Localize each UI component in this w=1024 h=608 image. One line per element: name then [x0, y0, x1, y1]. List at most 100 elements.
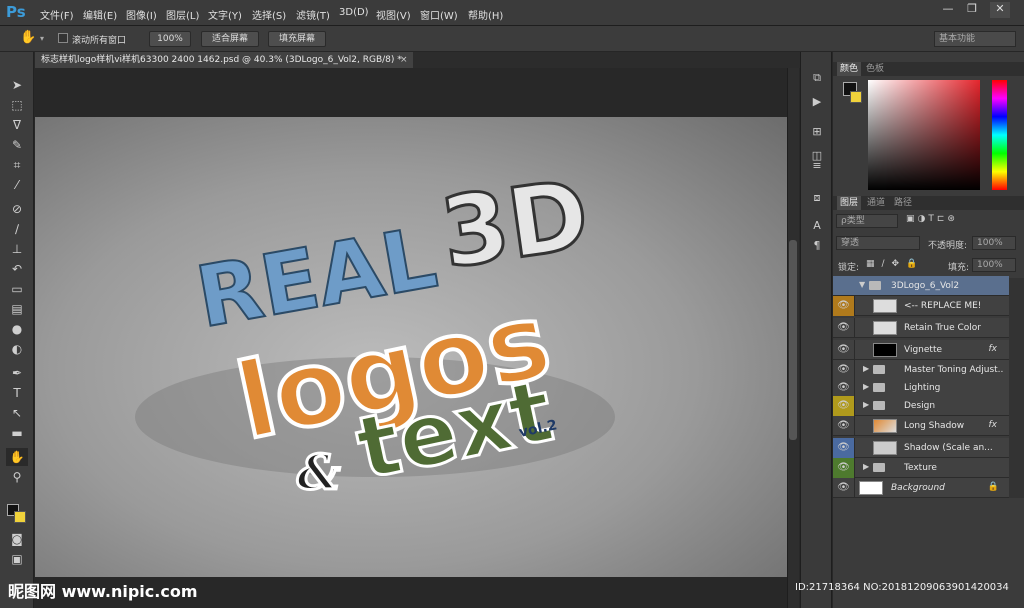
visibility-eye-icon[interactable]: 👁 [833, 396, 855, 416]
visibility-eye-icon[interactable]: 👁 [833, 378, 855, 398]
lock-icons[interactable]: ▦∕✥🔒 [866, 259, 924, 269]
visibility-eye-icon[interactable]: 👁 [833, 296, 855, 316]
visibility-eye-icon[interactable]: 👁 [833, 318, 855, 338]
background-color-swatch[interactable] [850, 91, 862, 103]
eyedropper-tool-icon[interactable]: ⁄ [6, 176, 28, 194]
visibility-eye-icon[interactable]: 👁 [833, 438, 855, 458]
character-icon[interactable]: A [809, 218, 825, 234]
restore-icon[interactable]: ❐ [962, 2, 982, 18]
layer-row[interactable]: 👁 ▶ Lighting [833, 378, 1009, 398]
quick-mask-icon[interactable]: ◙ [6, 530, 28, 548]
menu-view[interactable]: 视图(V) [376, 7, 411, 22]
layer-group-row[interactable]: ▼ 3DLogo_6_Vol2 [833, 276, 1009, 296]
tab-paths[interactable]: 路径 [891, 196, 915, 210]
scroll-all-checkbox[interactable] [58, 33, 68, 43]
layer-row[interactable]: 👁 Vignette fx [833, 340, 1009, 360]
layer-row[interactable]: 👁 Background 🔒 [833, 478, 1009, 498]
layer-name: Master Toning Adjust... [904, 365, 1004, 375]
tab-swatches[interactable]: 色板 [863, 62, 887, 76]
layer-filter-select[interactable]: ρ类型 [836, 214, 898, 228]
visibility-eye-icon[interactable]: 👁 [833, 360, 855, 380]
layer-row[interactable]: 👁 ▶ Design [833, 396, 1009, 416]
layer-row[interactable]: 👁 ▶ Texture [833, 458, 1009, 478]
blur-tool-icon[interactable]: ● [6, 320, 28, 338]
layer-fx-badge[interactable]: fx [989, 344, 998, 354]
layers-scrollbar[interactable] [1009, 278, 1024, 498]
collapsed-chevron-icon[interactable]: ▶ [863, 364, 869, 373]
layer-row[interactable]: 👁 Long Shadow fx [833, 416, 1009, 436]
history-icon[interactable]: ⧉ [809, 70, 825, 86]
info-icon[interactable]: ≡ [809, 158, 825, 174]
menu-file[interactable]: 文件(F) [40, 7, 74, 22]
hand-tool-icon[interactable]: ✋ [20, 30, 36, 45]
tool-preset-chevron-icon[interactable]: ▾ [40, 34, 44, 43]
visibility-eye-icon[interactable]: 👁 [833, 458, 855, 478]
document-canvas[interactable]: REAL 3D logos & text vol.2 [35, 117, 787, 577]
menu-window[interactable]: 窗口(W) [420, 7, 458, 22]
menu-3d[interactable]: 3D(D) [339, 7, 369, 18]
document-tab[interactable]: 标志样机logo样机vi样机63300 2400 1462.psd @ 40.3… [35, 52, 413, 68]
minimize-icon[interactable]: — [938, 2, 958, 18]
dodge-tool-icon[interactable]: ◐ [6, 340, 28, 358]
pen-tool-icon[interactable]: ✒ [6, 364, 28, 382]
quick-select-tool-icon[interactable]: ✎ [6, 136, 28, 154]
type-tool-icon[interactable]: T [6, 384, 28, 402]
layer-row[interactable]: 👁 Shadow (Scale an... [833, 438, 1009, 458]
history-brush-tool-icon[interactable]: ↶ [6, 260, 28, 278]
screen-mode-icon[interactable]: ▣ [6, 550, 28, 568]
close-icon[interactable]: ✕ [990, 2, 1010, 18]
shape-tool-icon[interactable]: ▬ [6, 424, 28, 442]
collapsed-chevron-icon[interactable]: ▶ [863, 400, 869, 409]
menu-image[interactable]: 图像(I) [126, 7, 157, 22]
color-panel-tabs: 颜色 色板 [833, 62, 1024, 76]
blend-mode-select[interactable]: 穿透 [836, 236, 920, 250]
collapsed-chevron-icon[interactable]: ▶ [863, 462, 869, 471]
scrollbar-thumb[interactable] [789, 240, 797, 440]
visibility-eye-icon[interactable]: 👁 [833, 340, 855, 360]
move-tool-icon[interactable]: ➤ [6, 76, 28, 94]
menu-edit[interactable]: 编辑(E) [83, 7, 117, 22]
path-select-tool-icon[interactable]: ↖ [6, 404, 28, 422]
zoom-tool-icon[interactable]: ⚲ [6, 468, 28, 486]
tab-color[interactable]: 颜色 [837, 62, 862, 76]
layer-row[interactable]: 👁 Retain True Color [833, 318, 1009, 338]
expanded-chevron-icon[interactable]: ▼ [859, 280, 865, 289]
background-color-swatch[interactable] [14, 511, 26, 523]
crop-tool-icon[interactable]: ⌗ [6, 156, 28, 174]
filter-icons[interactable]: ▣◑T⊏⊛ [906, 214, 958, 224]
menu-layer[interactable]: 图层(L) [166, 7, 199, 22]
menu-filter[interactable]: 滤镜(T) [296, 7, 330, 22]
color-picker-field[interactable] [868, 80, 980, 190]
lasso-tool-icon[interactable]: ᐁ [6, 116, 28, 134]
visibility-eye-icon[interactable]: 👁 [833, 478, 855, 498]
layer-row[interactable]: 👁 <-- REPLACE ME! [833, 296, 1009, 316]
hand-tool-icon[interactable]: ✋ [6, 448, 28, 466]
brush-tool-icon[interactable]: ∕ [6, 220, 28, 238]
clone-stamp-tool-icon[interactable]: ⊥ [6, 240, 28, 258]
fill-input[interactable]: 100% [972, 258, 1016, 272]
layer-row[interactable]: 👁 ▶ Master Toning Adjust... [833, 360, 1009, 380]
opacity-input[interactable]: 100% [972, 236, 1016, 250]
layer-fx-badge[interactable]: fx [989, 420, 998, 430]
menu-type[interactable]: 文字(Y) [208, 7, 242, 22]
tab-channels[interactable]: 通道 [864, 196, 888, 210]
fit-screen-button[interactable]: 适合屏幕 [201, 31, 259, 47]
paragraph-icon[interactable]: ¶ [809, 238, 825, 254]
tab-layers[interactable]: 图层 [837, 196, 862, 210]
marquee-tool-icon[interactable]: ⬚ [6, 96, 28, 114]
workspace-select[interactable]: 基本功能 [934, 31, 1016, 47]
gradient-tool-icon[interactable]: ▤ [6, 300, 28, 318]
visibility-eye-icon[interactable]: 👁 [833, 416, 855, 436]
eraser-tool-icon[interactable]: ▭ [6, 280, 28, 298]
zoom-100-button[interactable]: 100% [149, 31, 191, 47]
close-tab-icon[interactable]: × [400, 52, 412, 68]
clone-source-icon[interactable]: ⧈ [809, 190, 825, 206]
healing-tool-icon[interactable]: ⊘ [6, 200, 28, 218]
menu-select[interactable]: 选择(S) [252, 7, 286, 22]
properties-icon[interactable]: ⊞ [809, 124, 825, 140]
actions-play-icon[interactable]: ▶ [809, 94, 825, 110]
fill-screen-button[interactable]: 填充屏幕 [268, 31, 326, 47]
menu-help[interactable]: 帮助(H) [468, 7, 503, 22]
hue-slider[interactable] [992, 80, 1007, 190]
collapsed-chevron-icon[interactable]: ▶ [863, 382, 869, 391]
